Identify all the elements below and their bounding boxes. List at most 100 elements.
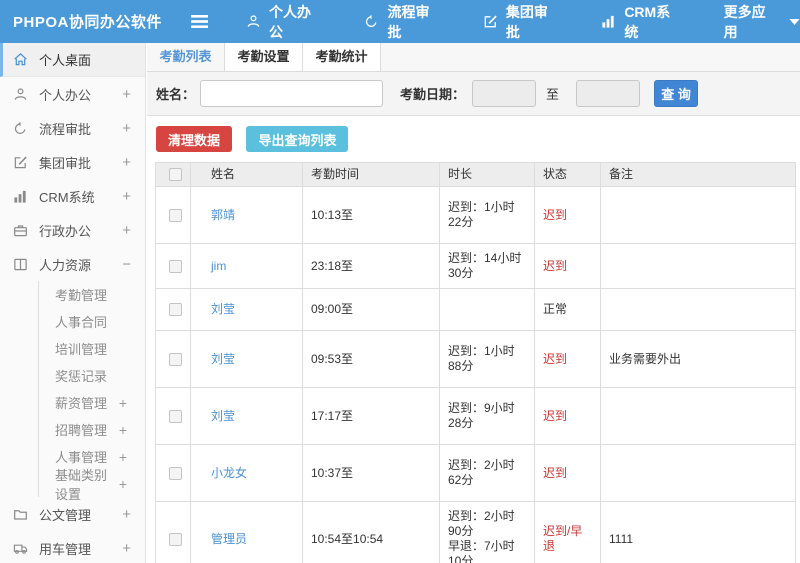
column-header-note: 备注: [600, 162, 796, 187]
sidebar-item-label: 行政办公: [39, 223, 92, 239]
expand-toggle[interactable]: +: [119, 395, 127, 411]
note: [600, 288, 796, 331]
row-checkbox[interactable]: [169, 409, 182, 423]
sidebar-item-group-approval[interactable]: 集团审批 +: [0, 145, 145, 179]
attendance-time: 10:37至: [302, 444, 440, 502]
table-row: 刘莹 09:53至 迟到：1小时88分 迟到 业务需要外出: [155, 330, 796, 388]
collapse-toggle[interactable]: −: [122, 256, 131, 273]
column-header-name: 姓名: [190, 162, 303, 187]
tab-bar: 考勤列表 考勤设置 考勤统计: [147, 43, 800, 72]
name-filter-input[interactable]: [200, 80, 384, 107]
nav-group-approval[interactable]: 集团审批: [483, 2, 561, 42]
expand-toggle[interactable]: +: [122, 540, 131, 557]
sidebar-subitem-hr-contracts[interactable]: 人事合同: [39, 308, 145, 335]
bar-chart-icon: [13, 189, 30, 204]
sidebar-subitem-training-management[interactable]: 培训管理: [39, 335, 145, 362]
sidebar-item-label: 公文管理: [39, 507, 92, 523]
menu-toggle-button[interactable]: [191, 15, 209, 28]
bar-chart-icon: [601, 14, 616, 29]
sidebar-subitem-rewards-punishments[interactable]: 奖惩记录: [39, 362, 145, 389]
sidebar-subitem-recruitment-management[interactable]: 招聘管理 +: [39, 416, 145, 443]
top-nav: 个人办公 流程审批 集团审批 CRM系统 更多应用: [246, 2, 800, 42]
sidebar-item-label: 用车管理: [39, 541, 92, 557]
column-header-duration: 时长: [439, 162, 535, 187]
expand-toggle[interactable]: +: [122, 120, 131, 137]
row-checkbox[interactable]: [169, 303, 182, 317]
nav-label: 个人办公: [269, 3, 312, 40]
sidebar-item-vehicle-management[interactable]: 用车管理 +: [0, 531, 145, 563]
expand-toggle[interactable]: +: [122, 154, 131, 171]
search-button[interactable]: 查 询: [654, 80, 699, 107]
row-checkbox[interactable]: [169, 532, 182, 546]
employee-name-link[interactable]: 小龙女: [211, 466, 247, 480]
sidebar-subitem-label: 人事合同: [55, 315, 108, 330]
sidebar-subitem-label: 基础类别设置: [55, 467, 108, 502]
row-checkbox[interactable]: [169, 208, 182, 222]
sidebar-item-personal-desktop[interactable]: 个人桌面: [0, 43, 145, 77]
nav-label: 集团审批: [505, 3, 548, 40]
employee-name-link[interactable]: 郭靖: [211, 208, 235, 222]
filter-bar: 姓名： 考勤日期： 至 查 询: [147, 72, 800, 116]
duration: [439, 288, 535, 331]
tab-attendance-list[interactable]: 考勤列表: [147, 43, 225, 71]
date-to-input[interactable]: [576, 80, 641, 107]
tab-attendance-statistics[interactable]: 考勤统计: [303, 43, 381, 71]
expand-toggle[interactable]: +: [122, 506, 131, 523]
sidebar-item-label: 个人桌面: [39, 53, 92, 68]
sidebar: 个人桌面 个人办公 + 流程审批 + 集团审批 + CRM系统 + 行政办公 +…: [0, 43, 146, 563]
hamburger-icon: [191, 15, 209, 28]
sidebar-item-workflow-approval[interactable]: 流程审批 +: [0, 111, 145, 145]
nav-workflow-approval[interactable]: 流程审批: [364, 2, 442, 42]
sidebar-subitem-label: 考勤管理: [55, 288, 108, 303]
action-bar: 清理数据 导出查询列表: [147, 116, 800, 162]
sidebar-subitem-attendance-management[interactable]: 考勤管理: [39, 281, 145, 308]
date-from-input[interactable]: [472, 80, 537, 107]
expand-toggle[interactable]: +: [122, 86, 131, 103]
edit-icon: [483, 14, 498, 29]
sidebar-item-label: 个人办公: [39, 87, 92, 103]
row-checkbox[interactable]: [169, 352, 182, 366]
sidebar-subitem-salary-management[interactable]: 薪资管理 +: [39, 389, 145, 416]
tab-attendance-settings[interactable]: 考勤设置: [225, 43, 303, 71]
table-row: 刘莹 17:17至 迟到：9小时28分 迟到: [155, 387, 796, 445]
export-list-button[interactable]: 导出查询列表: [246, 126, 349, 152]
nav-personal-office[interactable]: 个人办公: [246, 2, 324, 42]
note: [600, 243, 796, 289]
expand-toggle[interactable]: +: [122, 222, 131, 239]
top-bar: PHPOA协同办公软件 个人办公 流程审批 集团审批 CRM系统 更多应用: [0, 0, 800, 43]
main-content: 考勤列表 考勤设置 考勤统计 姓名： 考勤日期： 至 查 询 清理数据 导出查询…: [147, 43, 800, 563]
nav-label: 更多应用: [723, 3, 766, 40]
select-all-checkbox[interactable]: [169, 168, 182, 182]
expand-toggle[interactable]: +: [119, 449, 127, 465]
sidebar-item-label: CRM系统: [39, 189, 95, 205]
sidebar-item-crm-system[interactable]: CRM系统 +: [0, 179, 145, 213]
row-checkbox[interactable]: [169, 466, 182, 480]
sidebar-item-admin-office[interactable]: 行政办公 +: [0, 213, 145, 247]
home-icon: [13, 52, 30, 67]
clean-data-button[interactable]: 清理数据: [156, 126, 233, 152]
employee-name-link[interactable]: 刘莹: [211, 409, 235, 423]
employee-name-link[interactable]: 管理员: [211, 532, 247, 546]
employee-name-link[interactable]: 刘莹: [211, 352, 235, 366]
expand-toggle[interactable]: +: [119, 476, 127, 492]
sidebar-item-personal-office[interactable]: 个人办公 +: [0, 77, 145, 111]
name-filter-label: 姓名：: [156, 87, 196, 102]
attendance-time: 17:17至: [302, 387, 440, 445]
date-filter-label: 考勤日期：: [400, 87, 466, 102]
status-badge: 迟到: [534, 186, 601, 244]
sidebar-item-human-resources[interactable]: 人力资源 −: [0, 247, 145, 281]
row-checkbox[interactable]: [169, 259, 182, 273]
sidebar-item-label: 人力资源: [39, 257, 92, 273]
employee-name-link[interactable]: 刘莹: [211, 302, 235, 316]
truck-icon: [13, 541, 30, 556]
nav-label: 流程审批: [387, 3, 430, 40]
duration: 迟到：14小时30分: [439, 243, 535, 289]
nav-crm-system[interactable]: CRM系统: [601, 2, 683, 42]
person-icon: [246, 14, 261, 29]
expand-toggle[interactable]: +: [122, 188, 131, 205]
sidebar-subitem-base-category-settings[interactable]: 基础类别设置 +: [39, 468, 145, 502]
column-header-time: 考勤时间: [302, 162, 440, 187]
employee-name-link[interactable]: jim: [211, 259, 226, 273]
nav-more-apps[interactable]: 更多应用: [724, 2, 800, 42]
expand-toggle[interactable]: +: [119, 422, 127, 438]
